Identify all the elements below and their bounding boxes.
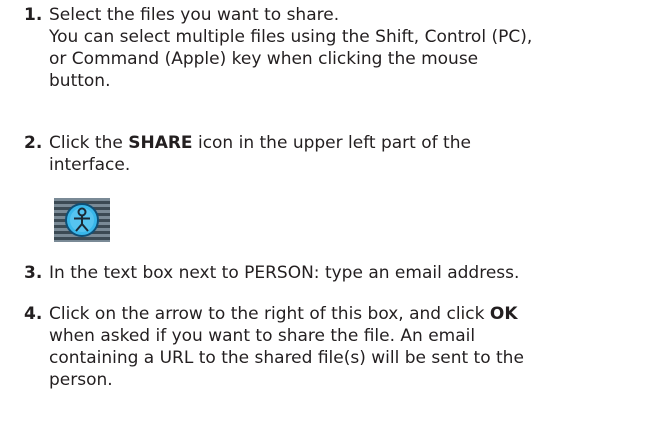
instruction-list: 1. Select the files you want to share. Y…: [0, 0, 656, 422]
step-line: when asked if you want to share the file…: [49, 326, 476, 346]
step-number: 1.: [24, 5, 43, 25]
step-line: containing a URL to the shared file(s) w…: [49, 348, 524, 368]
step-text: Select the files you want to share. You …: [49, 4, 649, 92]
step-line: Select the files you want to share.: [49, 5, 340, 25]
step-text-suffix: icon in the upper left part of the: [192, 133, 471, 153]
step-number: 2.: [24, 133, 43, 153]
step-text-prefix: Click the: [49, 133, 129, 153]
step-line: Click on the arrow to the right of this …: [49, 303, 649, 325]
share-person-icon: [54, 198, 110, 242]
step-line: In the text box next to PERSON: type an …: [49, 263, 520, 283]
step-text: Click on the arrow to the right of this …: [49, 303, 649, 391]
step-text: In the text box next to PERSON: type an …: [49, 262, 649, 284]
step-number: 4.: [24, 304, 43, 324]
step-line: person.: [49, 370, 113, 390]
step-line: or Command (Apple) key when clicking the…: [49, 49, 479, 69]
step-line: Click the SHARE icon in the upper left p…: [49, 132, 649, 154]
share-keyword: SHARE: [128, 133, 193, 153]
step-text-prefix: Click on the arrow to the right of this …: [49, 304, 490, 324]
ok-keyword: OK: [489, 304, 518, 324]
step-line: You can select multiple files using the …: [49, 27, 533, 47]
step-line: interface.: [49, 155, 131, 175]
step-text: Click the SHARE icon in the upper left p…: [49, 132, 649, 176]
step-line: button.: [49, 71, 111, 91]
step-number: 3.: [24, 263, 43, 283]
